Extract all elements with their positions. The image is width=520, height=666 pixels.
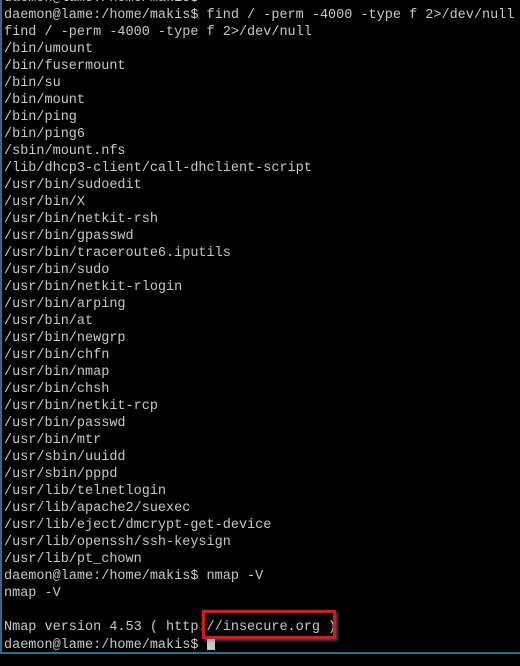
terminal-line: /usr/bin/newgrp [4, 331, 126, 346]
terminal-line: /usr/bin/passwd [4, 416, 126, 431]
terminal-line: /bin/fusermount [4, 59, 126, 74]
terminal-line: /usr/bin/arping [4, 297, 126, 312]
terminal-line: /usr/bin/sudoedit [4, 178, 142, 193]
terminal-line: /usr/bin/gpasswd [4, 229, 134, 244]
terminal-line: /usr/bin/netkit-rcp [4, 399, 158, 414]
terminal-line: daemon@lame:/home/makis$ find / -perm -4… [4, 8, 515, 23]
prompt: daemon@lame:/home/makis$ [4, 638, 207, 653]
terminal-line: /usr/sbin/uuidd [4, 450, 126, 465]
terminal-line: /usr/bin/mtr [4, 433, 102, 448]
terminal-line: /usr/bin/X [4, 195, 86, 210]
terminal-line: /usr/sbin/pppd [4, 467, 118, 482]
terminal-output: daemon@lame:/home/makis$daemon@lame:/hom… [4, 0, 515, 653]
terminal-line: nmap -V [4, 586, 61, 601]
terminal-line: find / -perm -4000 -type f 2>/dev/null [4, 25, 312, 40]
terminal-window[interactable]: daemon@lame:/home/makis$daemon@lame:/hom… [0, 0, 520, 654]
terminal-line: /usr/lib/openssh/ssh-keysign [4, 535, 231, 550]
terminal-line: /lib/dhcp3-client/call-dhclient-script [4, 161, 312, 176]
terminal-line: daemon@lame:/home/makis$ nmap -V [4, 569, 264, 584]
terminal-line: /usr/bin/netkit-rsh [4, 212, 158, 227]
terminal-line: /usr/bin/at [4, 314, 94, 329]
terminal-line: /bin/umount [4, 42, 94, 57]
terminal-line: /usr/lib/pt_chown [4, 552, 142, 567]
terminal-line: daemon@lame:/home/makis$ [4, 0, 514, 7]
terminal-line: /usr/bin/sudo [4, 263, 110, 278]
terminal-line: /usr/bin/chfn [4, 348, 110, 363]
terminal-line: /sbin/mount.nfs [4, 144, 126, 159]
terminal-line: /bin/mount [4, 93, 86, 108]
terminal-line: /bin/ping6 [4, 127, 86, 142]
terminal-line: /usr/lib/apache2/suexec [4, 501, 191, 516]
terminal-line: /usr/bin/chsh [4, 382, 110, 397]
terminal-line: /bin/su [4, 76, 61, 91]
terminal-line: /usr/bin/traceroute6.iputils [4, 246, 231, 261]
terminal-line: /usr/lib/telnetlogin [4, 484, 167, 499]
terminal-line: /usr/bin/nmap [4, 365, 110, 380]
highlight-box [202, 610, 336, 639]
terminal-line: /usr/bin/netkit-rlogin [4, 280, 183, 295]
terminal-line: /usr/lib/eject/dmcrypt-get-device [4, 518, 272, 533]
terminal-line: /bin/ping [4, 110, 77, 125]
